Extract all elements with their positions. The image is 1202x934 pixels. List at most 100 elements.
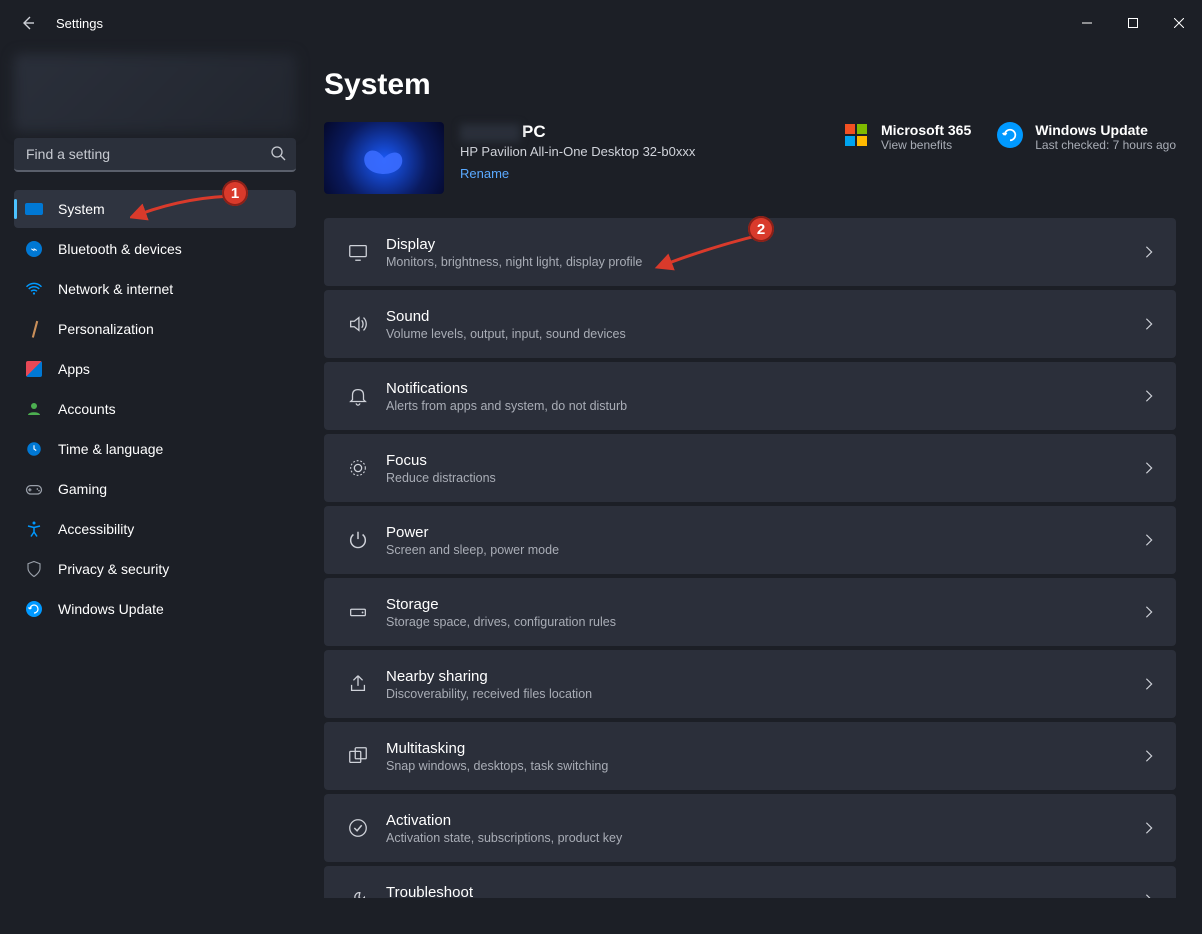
accessibility-icon xyxy=(24,519,44,539)
card-title: Nearby sharing xyxy=(386,668,1142,685)
search-container xyxy=(14,138,296,172)
chevron-right-icon xyxy=(1142,605,1156,619)
card-title: Display xyxy=(386,236,1142,253)
share-icon xyxy=(340,673,376,695)
sidebar-item-personalization[interactable]: Personalization xyxy=(14,310,296,348)
sidebar-item-system[interactable]: System xyxy=(14,190,296,228)
sidebar-item-label: Privacy & security xyxy=(58,561,286,577)
sidebar-item-privacy[interactable]: Privacy & security xyxy=(14,550,296,588)
sidebar-item-label: Apps xyxy=(58,361,286,377)
apps-icon xyxy=(24,359,44,379)
sidebar-item-label: Gaming xyxy=(58,481,286,497)
card-sub: Discoverability, received files location xyxy=(386,687,1142,701)
sidebar-item-label: Personalization xyxy=(58,321,286,337)
chevron-right-icon xyxy=(1142,245,1156,259)
display-icon xyxy=(340,241,376,263)
sidebar-item-apps[interactable]: Apps xyxy=(14,350,296,388)
sidebar-item-accounts[interactable]: Accounts xyxy=(14,390,296,428)
ms365-link[interactable]: Microsoft 365 View benefits xyxy=(843,122,971,152)
shield-icon xyxy=(24,559,44,579)
clock-icon xyxy=(24,439,44,459)
update-sub: Last checked: 7 hours ago xyxy=(1035,138,1176,152)
sidebar-item-bluetooth[interactable]: ⌁ Bluetooth & devices xyxy=(14,230,296,268)
card-title: Storage xyxy=(386,596,1142,613)
sidebar-item-label: Windows Update xyxy=(58,601,286,617)
bell-icon xyxy=(340,385,376,407)
rename-link[interactable]: Rename xyxy=(460,166,509,181)
sidebar-item-label: Accounts xyxy=(58,401,286,417)
sound-icon xyxy=(340,313,376,335)
check-circle-icon xyxy=(340,817,376,839)
card-sub: Volume levels, output, input, sound devi… xyxy=(386,327,1142,341)
card-storage[interactable]: Storage Storage space, drives, configurat… xyxy=(324,578,1176,646)
chevron-right-icon xyxy=(1142,749,1156,763)
chevron-right-icon xyxy=(1142,893,1156,898)
user-icon xyxy=(24,399,44,419)
sidebar-item-time[interactable]: Time & language xyxy=(14,430,296,468)
card-title: Sound xyxy=(386,308,1142,325)
sidebar-item-label: Bluetooth & devices xyxy=(58,241,286,257)
chevron-right-icon xyxy=(1142,461,1156,475)
sidebar-item-label: Time & language xyxy=(58,441,286,457)
card-power[interactable]: PowerScreen and sleep, power mode xyxy=(324,506,1176,574)
storage-icon xyxy=(340,601,376,623)
windows-update-link[interactable]: Windows Update Last checked: 7 hours ago xyxy=(997,122,1176,152)
card-title: Multitasking xyxy=(386,740,1142,757)
focus-icon xyxy=(340,457,376,479)
profile-card[interactable] xyxy=(14,54,296,132)
sidebar-item-label: Accessibility xyxy=(58,521,286,537)
card-title: Activation xyxy=(386,812,1142,829)
close-button[interactable] xyxy=(1156,7,1202,39)
card-title: Troubleshoot xyxy=(386,884,1142,899)
card-sub: Monitors, brightness, night light, displ… xyxy=(386,255,1142,269)
microsoft-logo-icon xyxy=(843,122,869,148)
card-multitasking[interactable]: Multitasking Snap windows, desktops, task… xyxy=(324,722,1176,790)
title-bar: Settings xyxy=(0,0,1202,46)
card-activation[interactable]: ActivationActivation state, subscription… xyxy=(324,794,1176,862)
page-title: System xyxy=(324,68,1176,102)
card-notifications[interactable]: Notifications Alerts from apps and system… xyxy=(324,362,1176,430)
sidebar: System ⌁ Bluetooth & devices Network & i… xyxy=(0,46,310,934)
device-thumbnail[interactable] xyxy=(324,122,444,194)
ms365-sub: View benefits xyxy=(881,138,971,152)
wrench-icon xyxy=(340,889,376,898)
sidebar-item-network[interactable]: Network & internet xyxy=(14,270,296,308)
sidebar-item-windows-update[interactable]: Windows Update xyxy=(14,590,296,628)
card-nearby-sharing[interactable]: Nearby sharing Discoverability, received … xyxy=(324,650,1176,718)
device-name: PC xyxy=(460,122,827,142)
nav-list: System ⌁ Bluetooth & devices Network & i… xyxy=(14,190,296,628)
update-badge-icon xyxy=(997,122,1023,148)
card-troubleshoot[interactable]: TroubleshootRecommended troubleshooters,… xyxy=(324,866,1176,898)
brush-icon xyxy=(24,319,44,339)
sidebar-item-accessibility[interactable]: Accessibility xyxy=(14,510,296,548)
gamepad-icon xyxy=(24,479,44,499)
wifi-icon xyxy=(24,279,44,299)
card-display[interactable]: Display Monitors, brightness, night light… xyxy=(324,218,1176,286)
system-icon xyxy=(24,199,44,219)
update-icon xyxy=(24,599,44,619)
card-title: Notifications xyxy=(386,380,1142,397)
sidebar-item-label: Network & internet xyxy=(58,281,286,297)
device-header: PC HP Pavilion All-in-One Desktop 32-b0x… xyxy=(324,122,1176,194)
card-sub: Alerts from apps and system, do not dist… xyxy=(386,399,1142,413)
card-title: Power xyxy=(386,524,1142,541)
back-button[interactable] xyxy=(8,3,48,43)
content: System PC HP Pavilion All-in-One Desktop… xyxy=(310,46,1202,934)
minimize-button[interactable] xyxy=(1064,7,1110,39)
window-title: Settings xyxy=(56,16,103,31)
back-arrow-icon xyxy=(20,15,36,31)
chevron-right-icon xyxy=(1142,317,1156,331)
maximize-button[interactable] xyxy=(1110,7,1156,39)
device-model: HP Pavilion All-in-One Desktop 32-b0xxx xyxy=(460,144,827,159)
card-sub: Storage space, drives, configuration rul… xyxy=(386,615,1142,629)
card-focus[interactable]: FocusReduce distractions xyxy=(324,434,1176,502)
search-input[interactable] xyxy=(14,138,296,172)
chevron-right-icon xyxy=(1142,677,1156,691)
multitasking-icon xyxy=(340,745,376,767)
card-sound[interactable]: Sound Volume levels, output, input, sound… xyxy=(324,290,1176,358)
chevron-right-icon xyxy=(1142,821,1156,835)
sidebar-item-gaming[interactable]: Gaming xyxy=(14,470,296,508)
power-icon xyxy=(340,529,376,551)
card-sub: Reduce distractions xyxy=(386,471,1142,485)
card-sub: Snap windows, desktops, task switching xyxy=(386,759,1142,773)
